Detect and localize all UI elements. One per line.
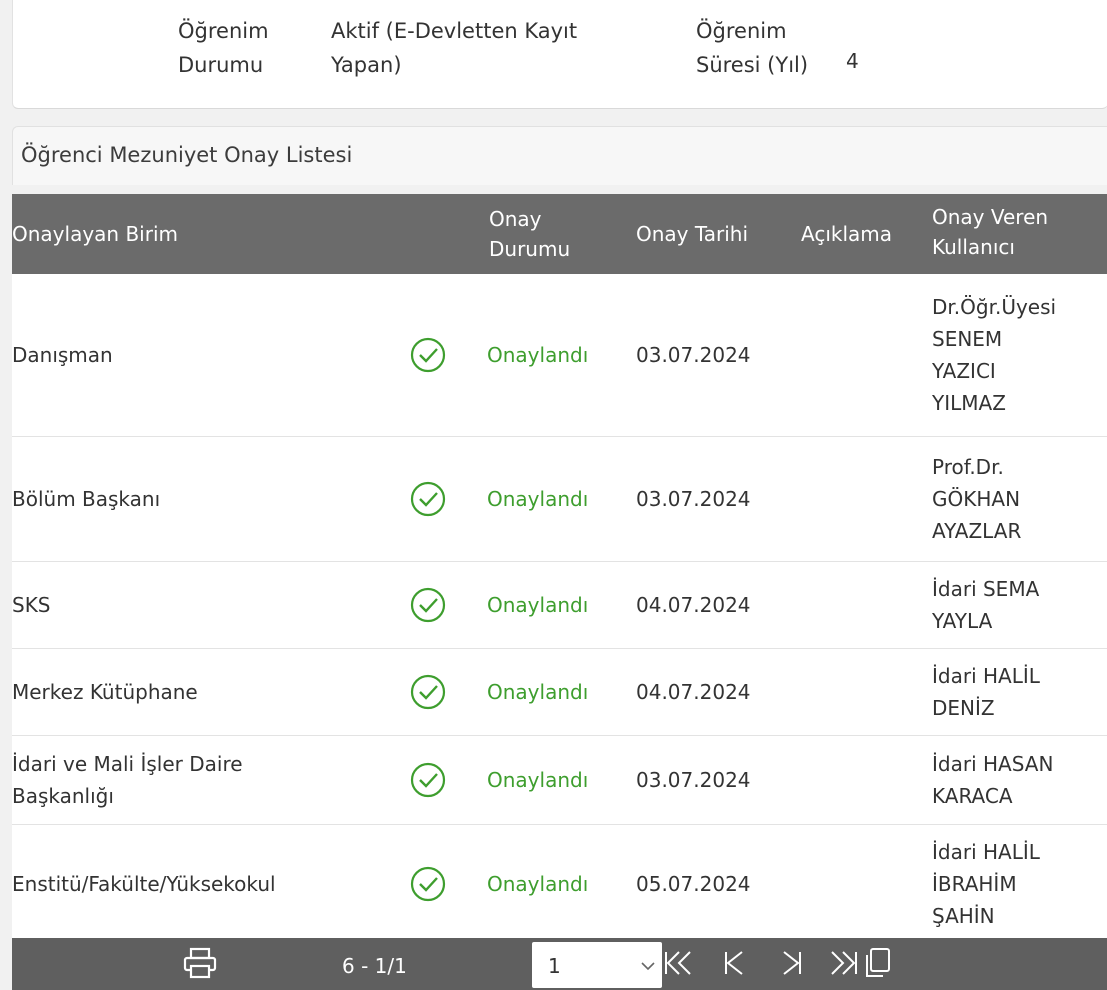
chevron-down-icon <box>641 962 655 971</box>
cell-user: İdari HALİL İBRAHİM ŞAHİN <box>932 836 1040 932</box>
cell-user: İdari HALİL DENİZ <box>932 660 1040 724</box>
table-row: İdari ve Mali İşler Daire Başkanlığı Onayl… <box>12 736 1107 825</box>
cell-user-line: ŞAHİN <box>932 904 995 928</box>
education-duration-label-line1: Öğrenim <box>696 19 787 43</box>
cell-user-line: İdari HALİL <box>932 840 1040 864</box>
cell-date: 04.07.2024 <box>636 593 751 617</box>
education-status-label: Öğrenim Durumu <box>178 14 269 82</box>
cell-status: Onaylandı <box>487 680 589 704</box>
cell-user-line: Prof.Dr. <box>932 455 1004 479</box>
table-body: Danışman Onaylandı 03.07.2024 Dr.Öğr.Üyesi S… <box>12 274 1107 944</box>
cell-unit: Enstitü/Fakülte/Yüksekokul <box>12 868 276 900</box>
education-status-value: Aktif (E-Devletten Kayıt Yapan) <box>331 14 577 82</box>
approved-check-icon <box>410 337 446 373</box>
cell-status: Onaylandı <box>487 768 589 792</box>
pagination-toolbar: 6 - 1/1 1 <box>12 938 1107 990</box>
column-header-unit[interactable]: Onaylayan Birim <box>12 219 178 249</box>
cell-date: 03.07.2024 <box>636 343 751 367</box>
column-header-user-line1: Onay Veren <box>932 205 1049 229</box>
column-header-user-line2: Kullanıcı <box>932 235 1015 259</box>
cell-user-line: İdari HASAN <box>932 752 1054 776</box>
student-info-card: Öğrenim Durumu Aktif (E-Devletten Kayıt … <box>12 0 1107 109</box>
cell-user-line: DENİZ <box>932 696 995 720</box>
cell-unit-line1: Merkez Kütüphane <box>12 680 198 704</box>
cell-user-line: YAZICI <box>932 359 996 383</box>
first-page-icon[interactable] <box>662 946 694 980</box>
education-duration-label: Öğrenim Süresi (Yıl) <box>696 14 808 82</box>
cell-unit-line1: Danışman <box>12 343 113 367</box>
cell-unit: İdari ve Mali İşler Daire Başkanlığı <box>12 748 243 812</box>
column-header-date[interactable]: Onay Tarihi <box>636 219 748 249</box>
cell-status: Onaylandı <box>487 343 589 367</box>
graduation-approval-list-header: Öğrenci Mezuniyet Onay Listesi <box>12 126 1107 185</box>
cell-date: 04.07.2024 <box>636 680 751 704</box>
printer-icon[interactable] <box>182 946 218 980</box>
page-select-value: 1 <box>548 954 561 978</box>
table-row: SKS Onaylandı 04.07.2024 İdari SEMA YAYLA <box>12 562 1107 649</box>
cell-date: 03.07.2024 <box>636 487 751 511</box>
column-header-user[interactable]: Onay Veren Kullanıcı <box>932 202 1048 262</box>
cell-user: Prof.Dr. GÖKHAN AYAZLAR <box>932 451 1021 547</box>
cell-unit: Danışman <box>12 339 113 371</box>
cell-user: İdari HASAN KARACA <box>932 748 1053 812</box>
last-page-icon[interactable] <box>828 946 860 980</box>
cell-unit: Merkez Kütüphane <box>12 676 198 708</box>
cell-unit: SKS <box>12 589 51 621</box>
page-info: 6 - 1/1 <box>342 954 407 978</box>
table-row: Danışman Onaylandı 03.07.2024 Dr.Öğr.Üyesi S… <box>12 274 1107 437</box>
cell-unit: Bölüm Başkanı <box>12 483 160 515</box>
cell-user: İdari SEMA YAYLA <box>932 573 1039 637</box>
list-title: Öğrenci Mezuniyet Onay Listesi <box>21 143 353 167</box>
education-status-label-line2: Durumu <box>178 53 264 77</box>
table-row: Merkez Kütüphane Onaylandı 04.07.2024 İdari… <box>12 649 1107 736</box>
cell-date: 05.07.2024 <box>636 872 751 896</box>
cell-status: Onaylandı <box>487 593 589 617</box>
education-duration-label-line2: Süresi (Yıl) <box>696 53 809 77</box>
cell-user-line: YAYLA <box>932 609 993 633</box>
cell-unit-line2: Başkanlığı <box>12 784 114 808</box>
column-header-status-line1: Onay <box>489 207 542 231</box>
next-page-icon[interactable] <box>776 946 808 980</box>
cell-unit-line1: Bölüm Başkanı <box>12 487 161 511</box>
cell-user-line: SENEM <box>932 327 1003 351</box>
cell-unit-line1: SKS <box>12 593 51 617</box>
approved-check-icon <box>410 481 446 517</box>
cell-user-line: YILMAZ <box>932 391 1006 415</box>
cell-user-line: AYAZLAR <box>932 519 1022 543</box>
cell-date: 03.07.2024 <box>636 768 751 792</box>
prev-page-icon[interactable] <box>718 946 750 980</box>
cell-user: Dr.Öğr.Üyesi SENEM YAZICI YILMAZ <box>932 291 1056 419</box>
education-status-value-line2: Yapan) <box>331 53 402 77</box>
approved-check-icon <box>410 587 446 623</box>
cell-user-line: İBRAHİM <box>932 872 1017 896</box>
cell-user-line: İdari SEMA <box>932 577 1040 601</box>
cell-status: Onaylandı <box>487 872 589 896</box>
education-duration-value: 4 <box>846 49 859 73</box>
cell-user-line: GÖKHAN <box>932 487 1021 511</box>
table-row: Enstitü/Fakülte/Yüksekokul Onaylandı 05.07… <box>12 825 1107 944</box>
cell-user-line: İdari HALİL <box>932 664 1040 688</box>
column-header-note[interactable]: Açıklama <box>801 219 892 249</box>
approved-check-icon <box>410 674 446 710</box>
cell-user-line: KARACA <box>932 784 1013 808</box>
approved-check-icon <box>410 762 446 798</box>
approval-table: Onaylayan Birim Onay Durumu Onay Tarihi … <box>12 194 1107 944</box>
cell-user-line: Dr.Öğr.Üyesi <box>932 295 1057 319</box>
table-row: Bölüm Başkanı Onaylandı 03.07.2024 Prof.Dr.… <box>12 437 1107 562</box>
copy-icon[interactable] <box>862 946 894 980</box>
column-header-status-line2: Durumu <box>489 237 571 261</box>
cell-status: Onaylandı <box>487 487 589 511</box>
cell-unit-line1: İdari ve Mali İşler Daire <box>12 752 243 776</box>
table-header-row: Onaylayan Birim Onay Durumu Onay Tarihi … <box>12 194 1107 274</box>
approved-check-icon <box>410 866 446 902</box>
page-select[interactable]: 1 <box>532 942 662 988</box>
education-status-value-line1: Aktif (E-Devletten Kayıt <box>331 19 578 43</box>
education-status-label-line1: Öğrenim <box>178 19 269 43</box>
cell-unit-line1: Enstitü/Fakülte/Yüksekokul <box>12 872 276 896</box>
column-header-status[interactable]: Onay Durumu <box>489 204 570 264</box>
